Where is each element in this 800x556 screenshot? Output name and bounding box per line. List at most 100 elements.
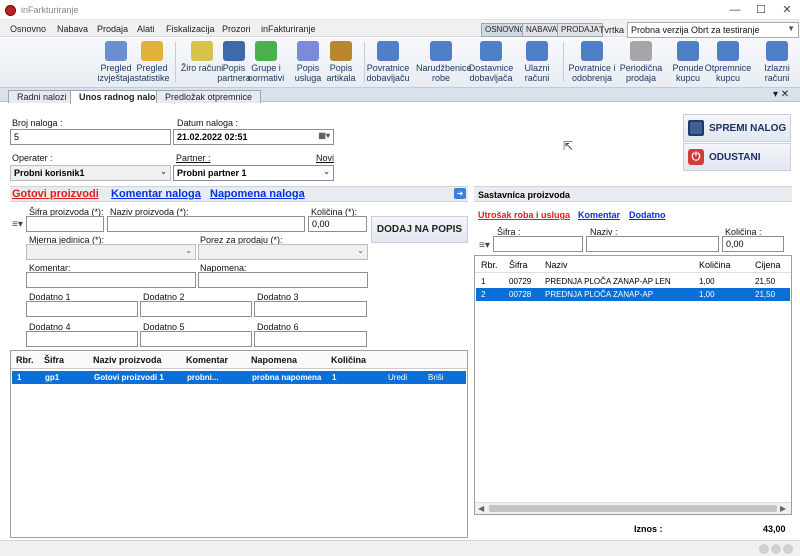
close-window-button[interactable]: ✕: [774, 0, 800, 20]
partner-link[interactable]: Partner :: [176, 153, 211, 163]
product-code-field[interactable]: [26, 216, 104, 232]
tab-radni-nalozi[interactable]: Radni nalozi: [8, 90, 76, 103]
mode-prodaja-button[interactable]: PRODAJA: [557, 23, 603, 37]
calendar-icon[interactable]: ▦▾: [318, 131, 330, 140]
scrollbar-thumb[interactable]: [489, 505, 777, 512]
list-options-icon[interactable]: ≡▾: [479, 240, 490, 251]
toolbar-icon: [330, 41, 352, 61]
tab-dodatno[interactable]: Dodatno: [629, 210, 666, 220]
column-header-quantity: Količina: [699, 260, 731, 270]
status-dot-icon: [771, 544, 781, 554]
toolbar-icon: [105, 41, 127, 61]
menu-prozori[interactable]: Prozori: [222, 24, 251, 34]
row-code: gp1: [45, 373, 60, 382]
operator-label: Operater :: [12, 153, 53, 163]
add-to-list-button[interactable]: DODAJ NA POPIS: [371, 216, 468, 243]
toolbar-button-16[interactable]: Izlazni računi: [752, 41, 800, 83]
tab-gotovi-proizvodi[interactable]: Gotovi proizvodi: [12, 188, 99, 200]
toolbar-button-12[interactable]: Povratnice i odobrenja: [567, 41, 617, 83]
row-name: PREDNJA PLOČA ZANAP-AP: [545, 290, 654, 299]
operator-select[interactable]: Probni korisnik1 ⌄: [10, 165, 171, 181]
menu-alati[interactable]: Alati: [137, 24, 155, 34]
operator-value: Probni korisnik1: [14, 168, 85, 178]
comment-field[interactable]: [26, 272, 196, 288]
scroll-right-icon[interactable]: ▶: [780, 504, 786, 513]
toolbar-button-10[interactable]: Dostavnice dobavljača: [466, 41, 516, 83]
row-quantity: 1: [332, 373, 337, 382]
note-field[interactable]: [198, 272, 368, 288]
company-select[interactable]: Probna verzija Obrt za testiranje progra…: [627, 22, 799, 45]
extra-6-field[interactable]: [254, 331, 367, 347]
tab-komentar-naloga[interactable]: Komentar naloga: [111, 188, 201, 200]
toolbar-button-7[interactable]: Popis artikala: [316, 41, 366, 83]
column-header-rbr: Rbr.: [16, 355, 34, 365]
column-header-note: Napomena: [251, 355, 298, 365]
extra-3-field[interactable]: [254, 301, 367, 317]
row-note: probna napomena: [252, 373, 322, 382]
toolbar-icon: [581, 41, 603, 61]
table-header: [11, 351, 467, 369]
scroll-left-icon[interactable]: ◀: [478, 504, 484, 513]
menu-nabava[interactable]: Nabava: [57, 24, 88, 34]
extra-2-field[interactable]: [140, 301, 252, 317]
save-order-button[interactable]: SPREMI NALOG: [683, 114, 791, 142]
table-row[interactable]: 1 00729 PREDNJA PLOČA ZANAP-AP LEN 1,00 …: [475, 275, 791, 288]
tab-komentar[interactable]: Komentar: [578, 210, 620, 220]
delete-row-link[interactable]: Briši: [428, 373, 444, 382]
column-header-name: Naziv: [545, 260, 568, 270]
toolbar-separator: [175, 42, 176, 82]
mode-nabava-button[interactable]: NABAVA: [522, 23, 562, 37]
list-options-icon[interactable]: ≡▾: [12, 219, 23, 230]
column-header-quantity: Količina: [331, 355, 367, 365]
tax-select[interactable]: ⌄: [198, 244, 368, 260]
menu-fiskalizacija[interactable]: Fiskalizacija: [166, 24, 215, 34]
toolbar-separator: [364, 42, 365, 82]
toolbar-button-13[interactable]: Periodična prodaja: [616, 41, 666, 83]
extra-4-field[interactable]: [26, 331, 138, 347]
new-partner-link[interactable]: Novi: [316, 153, 334, 163]
row-comment: probni...: [187, 373, 219, 382]
toolbar-icon: [677, 41, 699, 61]
comp-code-field[interactable]: [493, 236, 583, 252]
row-name: Gotovi proizvodi 1: [94, 373, 164, 382]
menu-prodaja[interactable]: Prodaja: [97, 24, 128, 34]
table-row[interactable]: 2 00728 PREDNJA PLOČA ZANAP-AP 1,00 21,5…: [476, 288, 790, 301]
chevron-down-icon: ⌄: [160, 167, 167, 176]
unit-select[interactable]: ⌄: [26, 244, 196, 260]
tab-napomena-naloga[interactable]: Napomena naloga: [210, 188, 305, 200]
menu-osnovno[interactable]: Osnovno: [10, 24, 46, 34]
minimize-button[interactable]: —: [722, 0, 748, 20]
tab-utrosak[interactable]: Utrošak roba i usluga: [478, 210, 570, 220]
order-number-field[interactable]: 5: [10, 129, 171, 145]
toolbar-icon: [377, 41, 399, 61]
maximize-button[interactable]: ☐: [748, 0, 774, 20]
edit-row-link[interactable]: Uredi: [388, 373, 407, 382]
column-header-name: Naziv proizvoda: [93, 355, 162, 365]
extra-1-field[interactable]: [26, 301, 138, 317]
product-name-field[interactable]: [107, 216, 305, 232]
row-rbr: 1: [481, 277, 486, 286]
extra-5-field[interactable]: [140, 331, 252, 347]
cancel-button[interactable]: ⏻ ODUSTANI: [683, 143, 791, 171]
toolbar-button-15[interactable]: Otpremnice kupcu: [703, 41, 753, 83]
row-price: 21,50: [755, 277, 776, 286]
toolbar-button-9[interactable]: Narudžbenice robe: [416, 41, 472, 83]
comp-qty-field[interactable]: 0,00: [722, 236, 784, 252]
partner-select[interactable]: Probni partner 1 ⌄: [173, 165, 334, 181]
menu-infakturiranje[interactable]: inFakturiranje: [261, 24, 316, 34]
tabs-controls[interactable]: ▾ ✕: [773, 89, 789, 100]
toolbar-button-2[interactable]: Pregled statistike: [127, 41, 177, 83]
toolbar-button-11[interactable]: Ulazni računi: [512, 41, 562, 83]
quantity-field[interactable]: 0,00: [308, 216, 367, 232]
composition-title: Sastavnica proizvoda: [478, 190, 571, 200]
tab-predlozak-otpremnice[interactable]: Predložak otpremnice: [156, 90, 262, 103]
toolbar-button-label: Ponude kupcu: [672, 63, 704, 83]
toolbar-button-8[interactable]: Povratnice dobavljaču: [363, 41, 413, 83]
order-date-field[interactable]: 21.02.2022 02:51 ▦▾: [173, 129, 334, 145]
toolbar-button-label: Popis artikala: [326, 63, 356, 83]
horizontal-scrollbar[interactable]: ◀ ▶: [475, 502, 791, 514]
company-label: Tvrtka :: [599, 25, 630, 35]
arrow-right-icon[interactable]: ➜: [454, 188, 466, 199]
comp-name-field[interactable]: [586, 236, 719, 252]
table-row[interactable]: 1 gp1 Gotovi proizvodi 1 probni... probn…: [12, 371, 466, 384]
